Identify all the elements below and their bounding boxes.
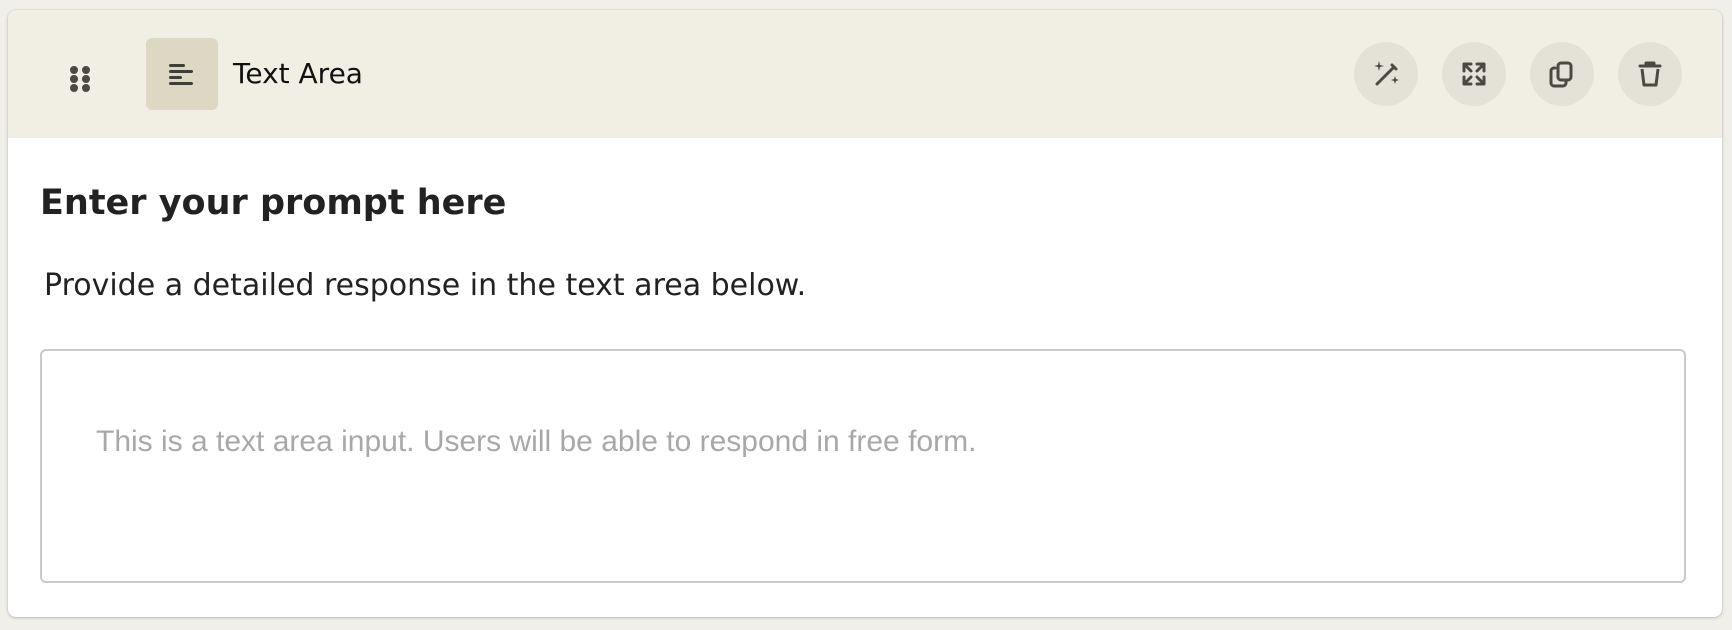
field-card-header: Text Area [8, 10, 1722, 138]
field-type-title: Text Area [233, 57, 363, 90]
copy-button[interactable] [1530, 42, 1594, 106]
trash-icon [1638, 61, 1662, 87]
magic-wand-button[interactable] [1354, 42, 1418, 106]
copy-icon [1549, 61, 1573, 88]
text-area-field-card: Text Area Enter your prompt here Provide… [8, 10, 1722, 617]
drag-handle-icon[interactable] [60, 59, 100, 99]
magic-wand-icon [1374, 61, 1399, 86]
delete-button[interactable] [1618, 42, 1682, 106]
prompt-description: Provide a detailed response in the text … [44, 268, 807, 303]
expand-button[interactable] [1442, 42, 1506, 106]
response-textarea[interactable] [40, 349, 1686, 583]
prompt-title: Enter your prompt here [40, 183, 507, 223]
expand-arrows-icon [1462, 62, 1486, 86]
text-align-left-icon [146, 38, 218, 110]
